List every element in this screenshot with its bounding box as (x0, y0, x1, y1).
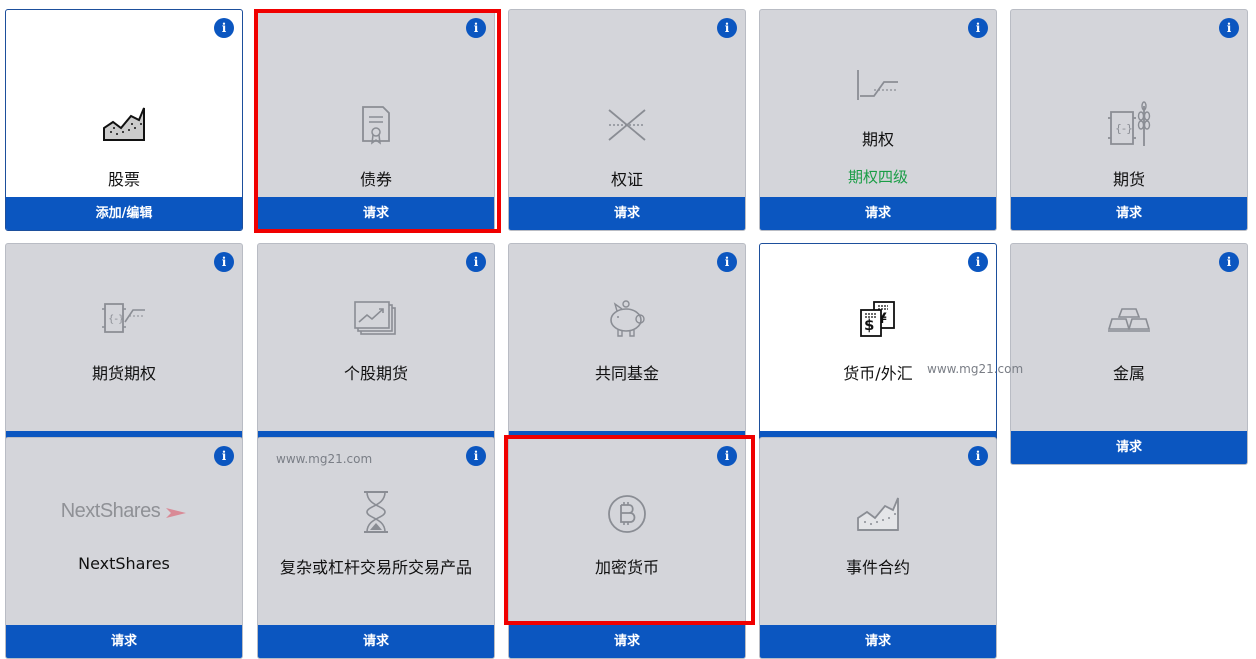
info-icon[interactable]: i (1219, 18, 1239, 38)
tile-label: 债券 (359, 170, 392, 189)
single-stock-futures-icon (258, 300, 494, 342)
futures-option-icon: {-} (6, 300, 242, 340)
futures-barrel-wheat-icon: {-} (1011, 100, 1247, 152)
tile-complex-leveraged-etp[interactable]: i 复杂或杠杆交易所交易产品 请求 (257, 437, 495, 659)
bond-certificate-icon (258, 105, 494, 149)
tile-warrants[interactable]: i 权证 请求 (508, 9, 746, 231)
request-button[interactable]: 请求 (6, 625, 242, 658)
info-icon[interactable]: i (968, 252, 988, 272)
svg-text:{-}: {-} (108, 314, 124, 325)
tile-currency-fx[interactable]: i ¥ $ 货币/外汇 添加/编辑 (759, 243, 997, 465)
request-button[interactable]: 请求 (509, 625, 745, 658)
tile-label: 股票 (107, 170, 140, 189)
add-edit-button[interactable]: 添加/编辑 (6, 197, 242, 230)
tile-options[interactable]: i 期权 期权四级 请求 (759, 9, 997, 231)
tile-mutual-funds[interactable]: i 共同基金 请求 (508, 243, 746, 465)
info-icon[interactable]: i (466, 252, 486, 272)
tile-label: 加密货币 (594, 558, 659, 577)
tile-label: 复杂或杠杆交易所交易产品 (279, 558, 472, 577)
warrant-cross-icon (509, 108, 745, 146)
nextshares-logo: NextShares (6, 500, 242, 523)
tile-label: 金属 (1112, 364, 1145, 383)
tile-futures-options[interactable]: i {-} 期货期权 请求 (5, 243, 243, 465)
info-icon[interactable]: i (466, 446, 486, 466)
nextshares-logo-text: NextShares (60, 500, 161, 522)
tile-crypto[interactable]: i 加密货币 请求 (508, 437, 746, 659)
info-icon[interactable]: i (968, 446, 988, 466)
option-payoff-icon (760, 68, 996, 106)
request-button[interactable]: 请求 (1011, 431, 1247, 464)
request-button[interactable]: 请求 (509, 197, 745, 230)
info-icon[interactable]: i (214, 18, 234, 38)
tile-label: 权证 (610, 170, 643, 189)
info-icon[interactable]: i (214, 446, 234, 466)
svg-text:{-}: {-} (1115, 122, 1133, 135)
info-icon[interactable]: i (717, 446, 737, 466)
tile-event-contracts[interactable]: i 事件合约 请求 (759, 437, 997, 659)
watermark: www.mg21.com (927, 362, 1024, 376)
info-icon[interactable]: i (466, 18, 486, 38)
stocks-chart-icon (6, 102, 242, 150)
info-icon[interactable]: i (968, 18, 988, 38)
tile-label: 事件合约 (845, 558, 910, 577)
request-button[interactable]: 请求 (258, 197, 494, 230)
info-icon[interactable]: i (1219, 252, 1239, 272)
tile-label: 期权 (861, 130, 894, 149)
tile-label: 期货期权 (91, 364, 156, 383)
hourglass-icon (258, 490, 494, 538)
tile-label: NextShares (78, 554, 170, 573)
request-button[interactable]: 请求 (760, 625, 996, 658)
tile-stocks[interactable]: i 股票 添加/编辑 (5, 9, 243, 231)
tile-label: 个股期货 (343, 364, 408, 383)
tile-bonds[interactable]: i 债券 请求 (257, 9, 495, 231)
info-icon[interactable]: i (717, 18, 737, 38)
info-icon[interactable]: i (717, 252, 737, 272)
options-level-label: 期权四级 (847, 168, 908, 186)
tile-label: 共同基金 (594, 364, 659, 383)
request-button[interactable]: 请求 (258, 625, 494, 658)
svg-text:$: $ (864, 316, 874, 334)
event-contract-chart-icon (760, 494, 996, 538)
piggy-bank-icon (509, 300, 745, 342)
tile-nextshares[interactable]: i NextShares NextShares 请求 (5, 437, 243, 659)
bitcoin-icon (509, 494, 745, 538)
tile-metals[interactable]: i 金属 请求 (1010, 243, 1248, 465)
request-button[interactable]: 请求 (1011, 197, 1247, 230)
tile-single-stock-futures[interactable]: i 个股期货 请求 (257, 243, 495, 465)
watermark: www.mg21.com (276, 452, 373, 466)
tile-futures[interactable]: i {-} 期货 请求 (1010, 9, 1248, 231)
info-icon[interactable]: i (214, 252, 234, 272)
currency-exchange-icon: ¥ $ (760, 300, 996, 342)
tile-label: 期货 (1112, 170, 1145, 189)
gold-bars-icon (1011, 307, 1247, 337)
request-button[interactable]: 请求 (760, 197, 996, 230)
